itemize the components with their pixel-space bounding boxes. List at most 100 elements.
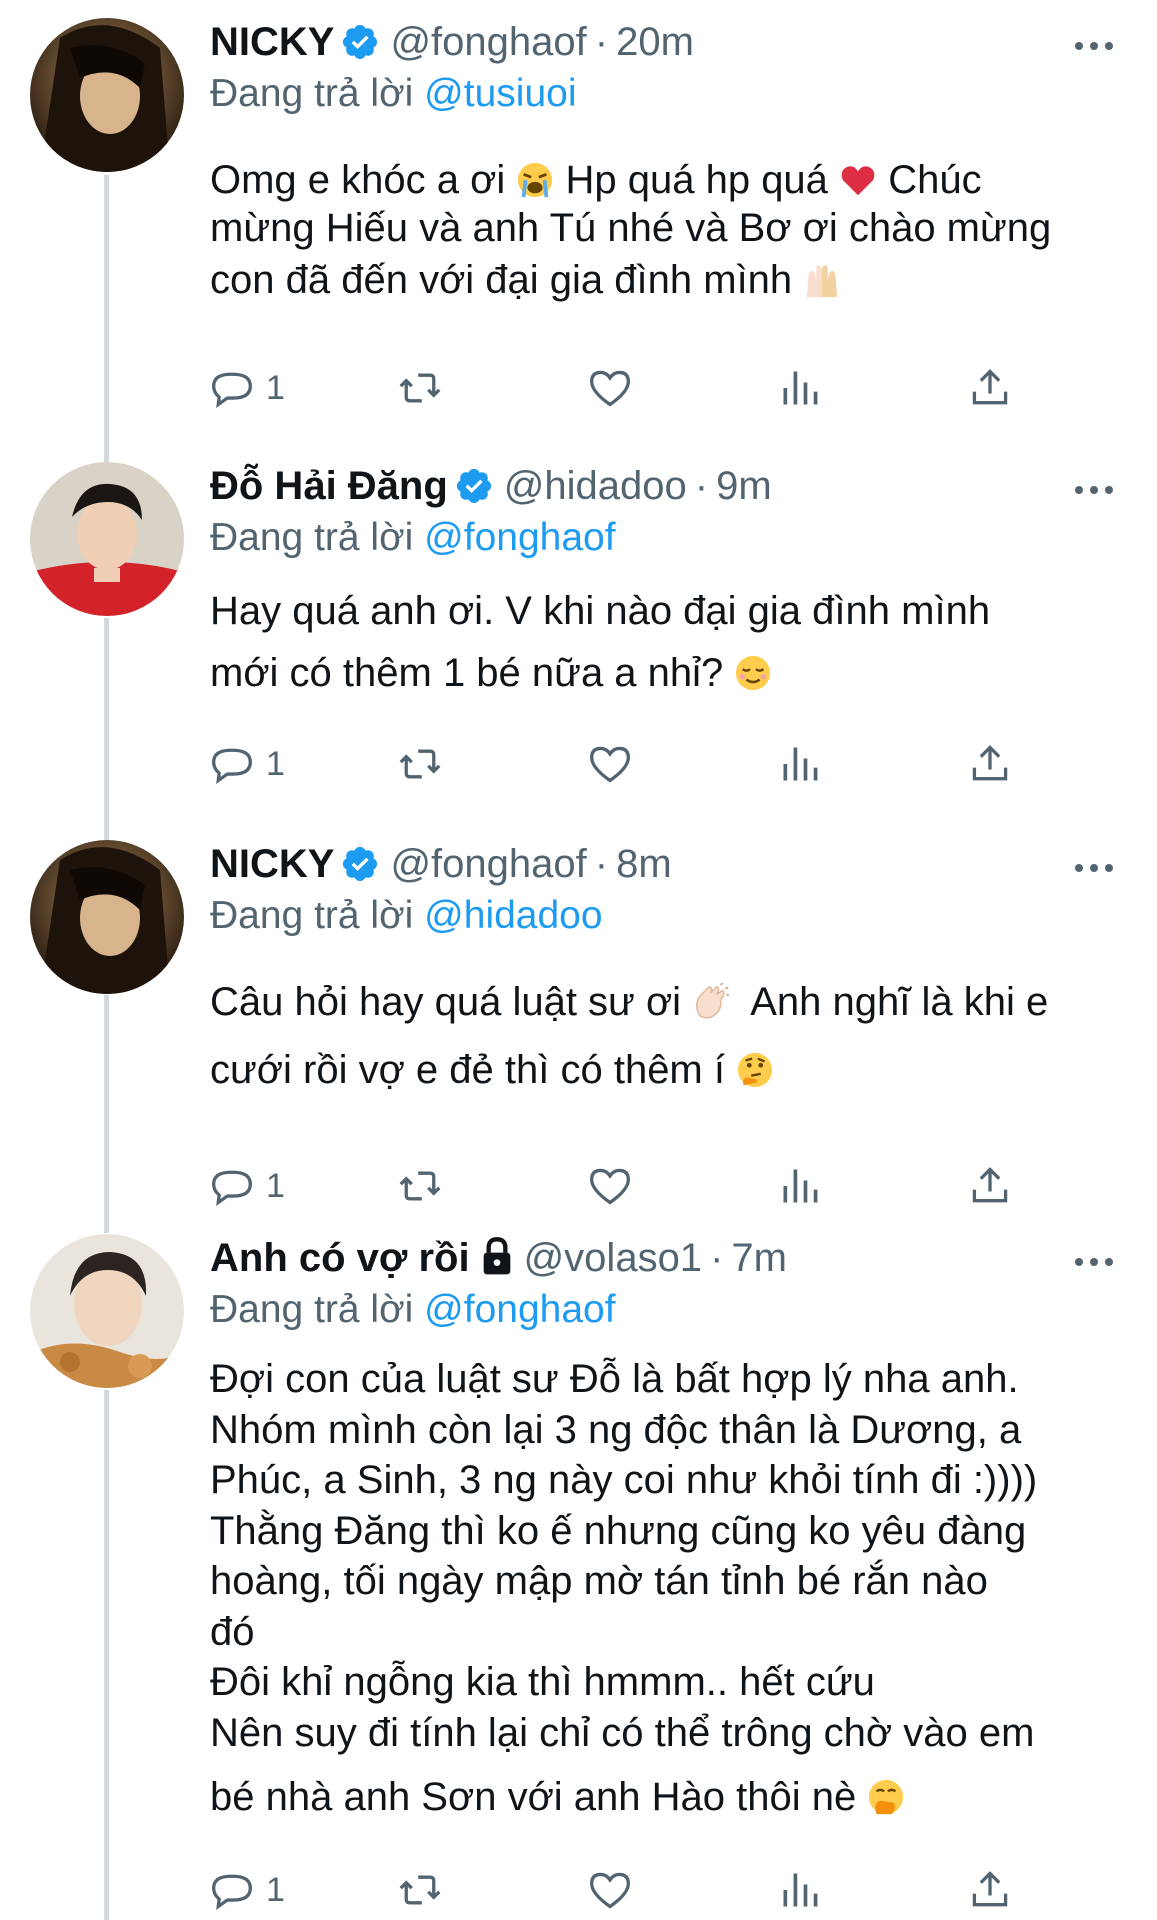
share-icon <box>972 1167 1008 1203</box>
tweet[interactable]: Anh có vợ rồi @volaso1 · 7m Đang trả lời @f… <box>0 1218 1157 1920</box>
text-line: Thằng Đăng thì ko ế nhưng cũng ko yêu đà… <box>210 1508 1027 1553</box>
reply-button[interactable]: 1 <box>210 738 285 790</box>
more-options-icon[interactable] <box>1072 480 1116 500</box>
tweet[interactable]: NICKY @fonghaof · 8m Đang trả lời @hidadoo … <box>0 823 1157 1218</box>
timestamp[interactable]: 20m <box>616 20 694 64</box>
retweet-button[interactable] <box>398 1160 442 1212</box>
avatar[interactable] <box>30 18 184 172</box>
like-button[interactable] <box>588 1864 632 1916</box>
share-icon <box>972 745 1008 781</box>
analytics-icon <box>783 1873 818 1907</box>
retweet-button[interactable] <box>398 362 442 414</box>
analytics-button[interactable] <box>778 362 822 414</box>
text-line: bé nhà anh Sơn với anh Hào thôi nè <box>210 1775 857 1819</box>
reply-icon <box>212 1170 252 1207</box>
analytics-button[interactable] <box>778 1864 822 1916</box>
share-button[interactable] <box>968 1864 1012 1916</box>
text-line: Omg e khóc a ơi <box>210 158 506 202</box>
share-button[interactable] <box>968 1160 1012 1212</box>
user-handle[interactable]: @hidadoo <box>504 464 687 508</box>
user-handle[interactable]: @volaso1 <box>524 1236 702 1280</box>
share-button[interactable] <box>968 362 1012 414</box>
more-options-icon[interactable] <box>1072 858 1116 878</box>
text-line: Đôi khỉ ngỗng kia thì hmmm.. hết cứu <box>210 1660 875 1704</box>
reply-button[interactable]: 1 <box>210 362 285 414</box>
replying-label: Đang trả lời <box>210 516 414 559</box>
timestamp[interactable]: 9m <box>716 464 772 508</box>
text-line: Hay quá anh ơi. V khi nào đại gia đình m… <box>210 589 991 633</box>
text-line: Nhóm mình còn lại 3 ng độc thân là Dương… <box>210 1407 1022 1452</box>
like-button[interactable] <box>588 1160 632 1212</box>
more-options-icon[interactable] <box>1072 36 1116 56</box>
text-line: Câu hỏi hay quá luật sư ơi <box>210 980 682 1024</box>
reply-button[interactable]: 1 <box>210 1864 285 1916</box>
avatar[interactable] <box>30 462 184 616</box>
face-with-hand-over-mouth-emoji-icon <box>869 1779 904 1815</box>
text-line: Nên suy đi tính lại chỉ có thể trông chờ… <box>210 1710 1035 1755</box>
separator-dot: · <box>694 464 709 508</box>
mention-link[interactable]: @tusiuoi <box>424 72 576 115</box>
analytics-icon <box>783 371 818 405</box>
avatar[interactable] <box>30 840 184 994</box>
tweet[interactable]: Đỗ Hải Đăng @hidadoo · 9m Đang trả lời @fon… <box>0 445 1157 823</box>
mention-link[interactable]: @fonghaof <box>424 1288 615 1331</box>
text-line: Chúc <box>888 158 982 202</box>
like-button[interactable] <box>588 738 632 790</box>
analytics-button[interactable] <box>778 738 822 790</box>
replying-label: Đang trả lời <box>210 1288 414 1331</box>
display-name[interactable]: Đỗ Hải Đăng <box>210 464 448 508</box>
separator-dot: · <box>710 1236 724 1280</box>
loudly-crying-emoji-icon <box>518 162 553 198</box>
timestamp[interactable]: 7m <box>731 1236 787 1280</box>
thinking-face-emoji-icon <box>738 1052 773 1088</box>
text-line: Hp quá hp quá <box>565 158 828 202</box>
text-line: Phúc, a Sinh, 3 ng này coi như khỏi tính… <box>210 1458 1038 1502</box>
retweet-button[interactable] <box>398 738 442 790</box>
replying-to: Đang trả lời @tusiuoi <box>210 70 577 118</box>
raising-hands-emoji-icon <box>807 265 838 298</box>
avatar[interactable] <box>30 1234 184 1388</box>
share-button[interactable] <box>968 738 1012 790</box>
tweet-header: Anh có vợ rồi @volaso1 · 7m <box>210 1234 787 1282</box>
text-line: mới có thêm 1 bé nữa a nhỉ? <box>210 651 724 695</box>
replying-label: Đang trả lời <box>210 894 414 937</box>
tweet[interactable]: NICKY @fonghaof · 20m Đang trả lời @tusiuoi… <box>0 0 1157 445</box>
timestamp[interactable]: 8m <box>616 842 672 886</box>
verified-badge-icon <box>343 846 378 882</box>
lock-icon <box>483 1237 510 1275</box>
analytics-icon <box>783 747 818 781</box>
heart-icon <box>590 1872 630 1909</box>
clapping-hands-emoji-icon <box>696 983 730 1019</box>
display-name[interactable]: NICKY <box>210 842 334 886</box>
like-button[interactable] <box>588 362 632 414</box>
more-options-icon[interactable] <box>1072 1252 1116 1272</box>
replying-to: Đang trả lời @hidadoo <box>210 892 603 940</box>
reply-count: 1 <box>266 744 285 783</box>
display-name[interactable]: NICKY <box>210 20 334 64</box>
tweet-text: Đợi con của luật sư Đỗ là bất hợp lý nha… <box>210 1354 1115 1823</box>
tweet-header: Đỗ Hải Đăng @hidadoo · 9m <box>210 462 772 510</box>
tweet-header: NICKY @fonghaof · 20m <box>210 18 694 66</box>
user-handle[interactable]: @fonghaof <box>390 842 586 886</box>
reply-button[interactable]: 1 <box>210 1160 285 1212</box>
reply-count: 1 <box>266 1870 285 1909</box>
user-handle[interactable]: @fonghaof <box>390 20 586 64</box>
share-icon <box>972 1871 1008 1907</box>
tweet-header: NICKY @fonghaof · 8m <box>210 840 672 888</box>
retweet-button[interactable] <box>398 1864 442 1916</box>
text-line: Đợi con của luật sư Đỗ là bất hợp lý nha… <box>210 1357 1019 1401</box>
reply-count: 1 <box>266 1166 285 1205</box>
replying-to: Đang trả lời @fonghaof <box>210 1286 616 1334</box>
mention-link[interactable]: @hidadoo <box>424 894 602 937</box>
analytics-button[interactable] <box>778 1160 822 1212</box>
retweet-icon <box>399 1171 441 1201</box>
reply-icon <box>212 1874 252 1911</box>
separator-dot: · <box>594 842 609 886</box>
mention-link[interactable]: @fonghaof <box>424 516 615 559</box>
text-line: con đã đến với đại gia đình mình <box>210 258 793 302</box>
retweet-icon <box>399 373 441 403</box>
heart-icon <box>590 370 630 407</box>
retweet-icon <box>399 749 441 779</box>
text-line: cưới rồi vợ e đẻ thì có thêm í <box>210 1048 725 1092</box>
display-name[interactable]: Anh có vợ rồi <box>210 1236 470 1280</box>
